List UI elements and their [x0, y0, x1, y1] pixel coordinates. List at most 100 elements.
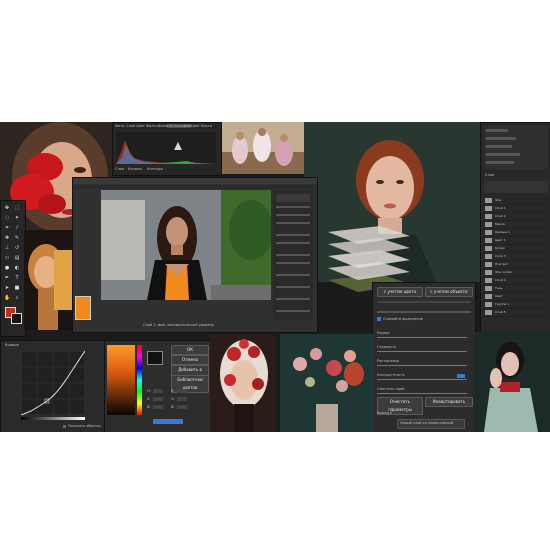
layer-row[interactable]: Тень: [483, 285, 549, 293]
color-aware-button[interactable]: с учетом цвета: [377, 287, 423, 297]
field-label: H:: [147, 389, 151, 393]
text-tool-icon[interactable]: T: [14, 275, 20, 281]
layer-row[interactable]: Группа 1: [483, 301, 549, 309]
properties-panel: [273, 190, 313, 320]
checkbox-label: Снимайте выделение: [383, 317, 423, 321]
output-label: Вывод в: [377, 411, 392, 415]
slider[interactable]: [377, 379, 467, 380]
histogram-panel: Фото Слой Цвет Фильтр Окно Гистограмма Ц…: [112, 122, 222, 176]
menu-item[interactable]: Кисти: [201, 124, 212, 128]
hex-input[interactable]: [153, 419, 183, 424]
eyedropper-icon[interactable]: ⁄: [14, 225, 20, 231]
value-input[interactable]: [153, 405, 163, 409]
photoshop-collage: Фото Слой Цвет Фильтр Окно Гистограмма Ц…: [0, 122, 550, 432]
slider[interactable]: [377, 351, 467, 352]
group-photo-art: [222, 122, 304, 174]
crop-tool-icon[interactable]: ⌗: [4, 225, 10, 231]
gradient-icon[interactable]: ▤: [14, 255, 20, 261]
menu-item[interactable]: Цвет: [136, 124, 145, 128]
cancel-button[interactable]: Отмена: [171, 355, 209, 365]
tab-channels[interactable]: Каналы: [128, 167, 142, 171]
layer-row[interactable]: Цвет 1: [483, 237, 549, 245]
canvas-photo[interactable]: [101, 190, 271, 300]
field-label: S:: [147, 397, 151, 401]
layer-row[interactable]: Фон: [483, 197, 549, 205]
lasso-tool-icon[interactable]: ◌: [4, 215, 10, 221]
background-color-swatch[interactable]: [11, 313, 22, 324]
slider-label: Растушевка: [377, 359, 399, 363]
field-label: B:: [147, 405, 151, 409]
value-input[interactable]: [177, 389, 187, 393]
value-input[interactable]: [177, 397, 187, 401]
flowers-still-life-photo: [280, 334, 374, 432]
slider[interactable]: [377, 393, 467, 394]
layer-row[interactable]: Слой 4: [483, 277, 549, 285]
color-picker-dialog: ОК Отмена Добавить в образцы Библиотеки …: [104, 340, 212, 432]
portrait-floral-face-photo: [210, 334, 276, 432]
value-input[interactable]: [177, 405, 187, 409]
layer-row[interactable]: Кривые 1: [483, 229, 549, 237]
slider-label: Сместить край: [377, 387, 405, 391]
zoom-tool-icon[interactable]: ⌕: [14, 295, 20, 301]
layer-row[interactable]: Свет: [483, 293, 549, 301]
portrait-blonde-photo: [24, 230, 72, 330]
new-color-swatch: [147, 351, 163, 365]
hand-tool-icon[interactable]: ✋: [4, 295, 10, 301]
layer-row[interactable]: Копия: [483, 245, 549, 253]
select-and-mask-panel: с учетом цвета с учетом объекта Снимайте…: [372, 282, 476, 432]
navigator-thumbnail[interactable]: [75, 296, 91, 320]
menu-item[interactable]: Фото: [115, 124, 124, 128]
slider[interactable]: [377, 337, 467, 338]
brush-tool-icon[interactable]: ✎: [14, 235, 20, 241]
layer-row[interactable]: Слой 1: [483, 205, 549, 213]
shape-tool-icon[interactable]: ■: [14, 285, 20, 291]
checkbox[interactable]: [377, 317, 381, 321]
group-photo: [222, 122, 304, 174]
value-input[interactable]: [153, 389, 163, 393]
slider-label: Радиус: [377, 331, 390, 335]
pen-tool-icon[interactable]: ✒: [4, 275, 10, 281]
object-aware-button[interactable]: с учетом объекта: [425, 287, 473, 297]
invert-button[interactable]: Инвертировать: [425, 397, 473, 407]
move-tool-icon[interactable]: ✥: [4, 205, 10, 211]
histogram-graph: [116, 132, 216, 164]
menu-item-active[interactable]: Гистограмма: [167, 124, 192, 128]
magic-wand-icon[interactable]: ✦: [14, 215, 20, 221]
tab-paths[interactable]: Контуры: [147, 167, 163, 171]
ok-button[interactable]: ОК: [171, 345, 209, 355]
stamp-tool-icon[interactable]: ⊥: [4, 245, 10, 251]
layer-row[interactable]: Портрет: [483, 261, 549, 269]
hue-slider[interactable]: [137, 345, 142, 415]
menu-item[interactable]: Слой: [126, 124, 135, 128]
main-editor-window: Слой 1, фон, автоматический уровень: [72, 177, 318, 333]
slider[interactable]: [377, 365, 467, 366]
tools-panel: ✥ ⬚ ◌ ✦ ⌗ ⁄ ✚ ✎ ⊥ ↺ ▭ ▤ ● ◐ ✒ T ➤ ■ ✋ ⌕: [0, 200, 26, 337]
blur-tool-icon[interactable]: ●: [4, 265, 10, 271]
menu-item[interactable]: Цвет: [191, 124, 200, 128]
show-clipping-checkbox[interactable]: [63, 425, 66, 428]
portrait-floral-face-art: [210, 334, 276, 432]
dodge-tool-icon[interactable]: ◐: [14, 265, 20, 271]
curves-graph[interactable]: [21, 351, 85, 415]
layer-row[interactable]: Маска: [483, 221, 549, 229]
path-select-icon[interactable]: ➤: [4, 285, 10, 291]
slider-label: Гладкость: [377, 345, 397, 349]
menu-item[interactable]: Окно: [158, 124, 167, 128]
history-brush-icon[interactable]: ↺: [14, 245, 20, 251]
field-label: B:: [171, 405, 175, 409]
healing-brush-icon[interactable]: ✚: [4, 235, 10, 241]
output-select[interactable]: Новый слой со слоем-маской: [397, 419, 465, 429]
tab-layers[interactable]: Слои: [115, 167, 124, 171]
eraser-icon[interactable]: ▭: [4, 255, 10, 261]
histogram-menu-bar: Фото Слой Цвет Фильтр Окно Гистограмма Ц…: [115, 124, 219, 130]
marquee-tool-icon[interactable]: ⬚: [14, 205, 20, 211]
layer-row[interactable]: Слой 5: [483, 309, 549, 317]
layer-row[interactable]: Фон копия: [483, 269, 549, 277]
show-clipping-label: Показать обрезку: [68, 424, 101, 428]
field-label: G:: [171, 397, 175, 401]
value-input[interactable]: [153, 397, 163, 401]
color-field[interactable]: [107, 345, 135, 415]
layer-row[interactable]: Слой 2: [483, 213, 549, 221]
layers-list: Фон Слой 1 Слой 2 Маска Кривые 1 Цвет 1 …: [481, 197, 550, 331]
layer-row[interactable]: Слой 3: [483, 253, 549, 261]
